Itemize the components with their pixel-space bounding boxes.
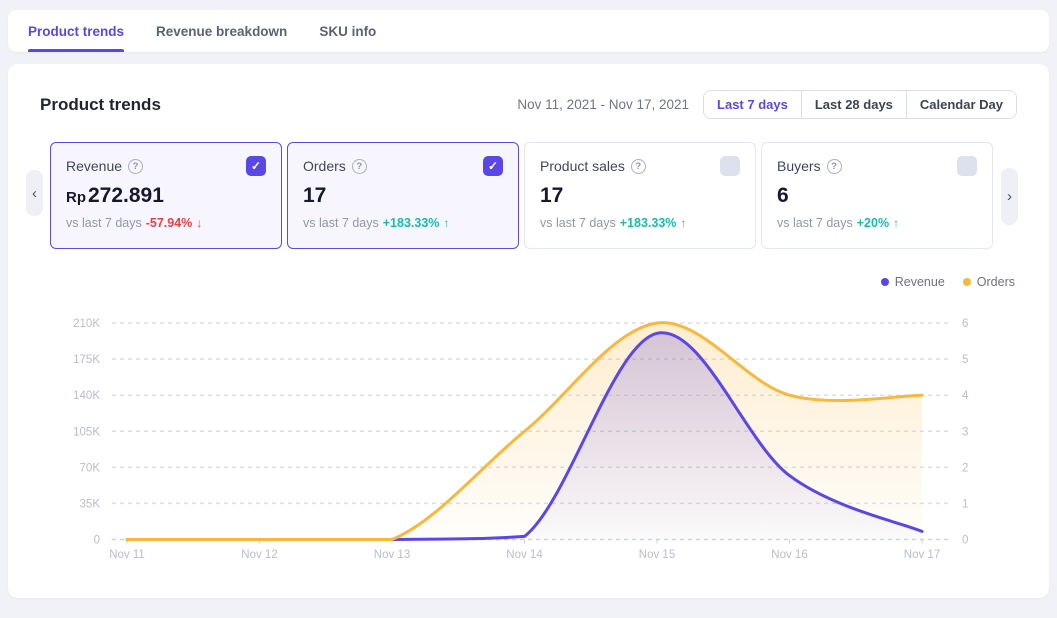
- value-number: 17: [540, 184, 563, 207]
- down-arrow-icon: ↓: [196, 216, 202, 230]
- value-number: 17: [303, 184, 326, 207]
- compare-label: vs last 7 days: [777, 216, 853, 230]
- help-icon[interactable]: ?: [352, 159, 367, 174]
- tab-revenue-breakdown[interactable]: Revenue breakdown: [156, 10, 287, 52]
- currency-prefix: Rp: [66, 189, 86, 206]
- tab-label: SKU info: [319, 24, 376, 39]
- legend-item-orders[interactable]: Orders: [963, 275, 1015, 289]
- svg-text:Nov 16: Nov 16: [771, 549, 807, 561]
- value-number: 272.891: [88, 184, 164, 207]
- compare-label: vs last 7 days: [303, 216, 379, 230]
- svg-text:140K: 140K: [73, 390, 100, 402]
- page-title: Product trends: [40, 95, 161, 115]
- revenue-checkbox[interactable]: ✓: [246, 156, 266, 176]
- last-28-days-button[interactable]: Last 28 days: [801, 91, 906, 118]
- chevron-left-icon: ‹: [32, 185, 37, 202]
- svg-text:Nov 12: Nov 12: [241, 549, 277, 561]
- orders-dot-icon: [963, 278, 971, 286]
- legend-label: Orders: [977, 275, 1015, 289]
- metric-value: 6: [777, 184, 977, 208]
- metric-value: 17: [303, 184, 503, 208]
- metric-card-orders[interactable]: Orders ? ✓ 17 vs last 7 days +183.33% ↑: [287, 142, 519, 249]
- svg-text:0: 0: [94, 535, 100, 547]
- metric-card-product-sales[interactable]: Product sales ? ✓ 17 vs last 7 days +183…: [524, 142, 756, 249]
- calendar-day-button[interactable]: Calendar Day: [906, 91, 1016, 118]
- chevron-right-icon: ›: [1007, 188, 1012, 205]
- svg-text:0: 0: [962, 535, 968, 547]
- date-range-label: Nov 11, 2021 - Nov 17, 2021: [517, 97, 689, 112]
- delta-value: -57.94%: [146, 216, 193, 230]
- metric-value: 17: [540, 184, 740, 208]
- svg-text:105K: 105K: [73, 426, 100, 438]
- legend-label: Revenue: [895, 275, 945, 289]
- delta-value: +183.33%: [620, 216, 677, 230]
- svg-text:175K: 175K: [73, 354, 100, 366]
- svg-text:2: 2: [962, 462, 968, 474]
- orders-checkbox[interactable]: ✓: [483, 156, 503, 176]
- value-number: 6: [777, 184, 789, 207]
- check-icon: ✓: [488, 159, 498, 173]
- card-title: Buyers: [777, 158, 821, 174]
- revenue-dot-icon: [881, 278, 889, 286]
- svg-text:3: 3: [962, 426, 968, 438]
- card-title: Revenue: [66, 158, 122, 174]
- svg-text:Nov 15: Nov 15: [639, 549, 675, 561]
- card-title: Orders: [303, 158, 346, 174]
- svg-text:Nov 17: Nov 17: [904, 549, 940, 561]
- delta-value: +183.33%: [383, 216, 440, 230]
- compare-label: vs last 7 days: [540, 216, 616, 230]
- metric-cards-row: Revenue ? ✓ Rp272.891 vs last 7 days -57…: [50, 142, 993, 249]
- svg-text:6: 6: [962, 318, 968, 330]
- metric-card-buyers[interactable]: Buyers ? ✓ 6 vs last 7 days +20% ↑: [761, 142, 993, 249]
- svg-text:35K: 35K: [80, 498, 101, 510]
- up-arrow-icon: ↑: [680, 216, 686, 230]
- card-title: Product sales: [540, 158, 625, 174]
- carousel-next-button[interactable]: ›: [1001, 168, 1018, 225]
- up-arrow-icon: ↑: [443, 216, 449, 230]
- help-icon[interactable]: ?: [631, 159, 646, 174]
- check-icon: ✓: [251, 159, 261, 173]
- help-icon[interactable]: ?: [128, 159, 143, 174]
- tab-bar: Product trends Revenue breakdown SKU inf…: [8, 10, 1049, 52]
- svg-text:1: 1: [962, 498, 968, 510]
- buyers-checkbox[interactable]: ✓: [957, 156, 977, 176]
- panel-header: Product trends Nov 11, 2021 - Nov 17, 20…: [8, 64, 1049, 119]
- last-7-days-button[interactable]: Last 7 days: [704, 91, 801, 118]
- product-sales-checkbox[interactable]: ✓: [720, 156, 740, 176]
- svg-text:Nov 11: Nov 11: [109, 549, 145, 561]
- help-icon[interactable]: ?: [827, 159, 842, 174]
- tab-label: Product trends: [28, 24, 124, 39]
- carousel-prev-button[interactable]: ‹: [26, 170, 43, 216]
- svg-text:Nov 14: Nov 14: [506, 549, 543, 561]
- compare-label: vs last 7 days: [66, 216, 142, 230]
- svg-text:210K: 210K: [73, 318, 100, 330]
- trend-line-chart: 0 0 35K 1 70K 2 105K 3 140K 4 175K 5 210K 6 Nov 11 Nov …: [8, 304, 1049, 576]
- svg-text:5: 5: [962, 354, 968, 366]
- tab-sku-info[interactable]: SKU info: [319, 10, 376, 52]
- metric-card-revenue[interactable]: Revenue ? ✓ Rp272.891 vs last 7 days -57…: [50, 142, 282, 249]
- legend-item-revenue[interactable]: Revenue: [881, 275, 945, 289]
- delta-value: +20%: [857, 216, 889, 230]
- date-range-button-group: Last 7 days Last 28 days Calendar Day: [703, 90, 1017, 119]
- product-trends-panel: Product trends Nov 11, 2021 - Nov 17, 20…: [8, 64, 1049, 598]
- chart-legend: Revenue Orders: [881, 275, 1015, 289]
- tab-label: Revenue breakdown: [156, 24, 287, 39]
- up-arrow-icon: ↑: [893, 216, 899, 230]
- svg-text:Nov 13: Nov 13: [374, 549, 410, 561]
- metric-value: Rp272.891: [66, 184, 266, 208]
- tab-product-trends[interactable]: Product trends: [28, 10, 124, 52]
- svg-text:4: 4: [962, 390, 969, 402]
- date-controls: Nov 11, 2021 - Nov 17, 2021 Last 7 days …: [517, 90, 1017, 119]
- svg-text:70K: 70K: [80, 462, 101, 474]
